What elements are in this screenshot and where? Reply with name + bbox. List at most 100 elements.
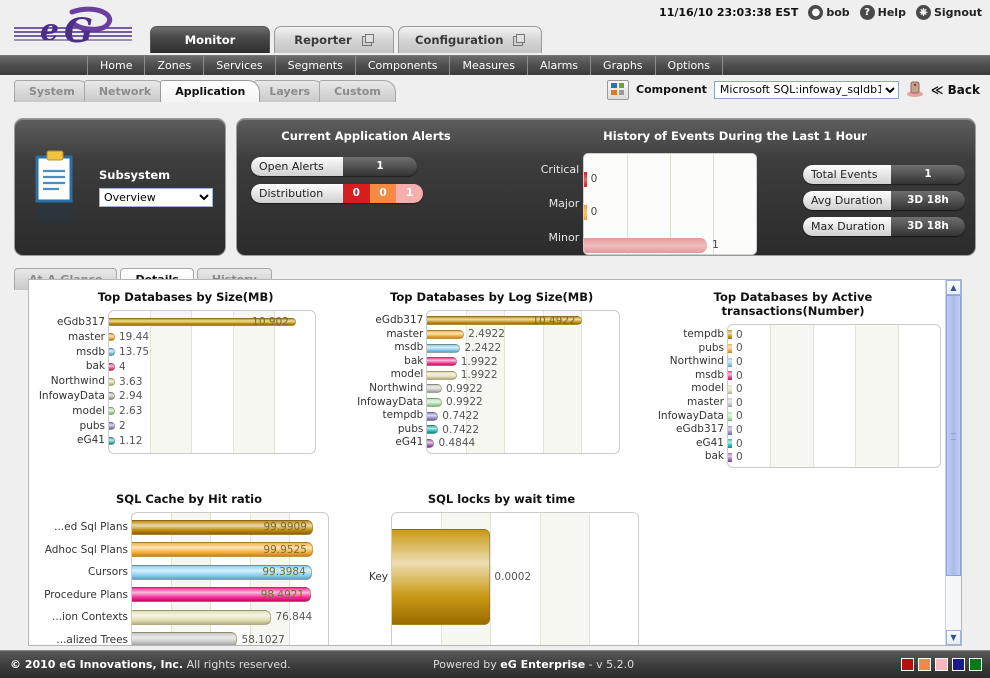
chart-bar[interactable] xyxy=(427,411,439,421)
help-link[interactable]: ? Help xyxy=(859,5,906,20)
chart-bar[interactable] xyxy=(132,609,272,625)
scrollbar-thumb[interactable] xyxy=(946,295,961,577)
subnav-item-alarms[interactable]: Alarms xyxy=(528,56,592,75)
alerts-events-panel: Current Application Alerts Open Alerts 1… xyxy=(236,118,976,256)
chart-bar[interactable] xyxy=(427,384,442,394)
chart-bar[interactable] xyxy=(109,422,115,430)
tab-reporter[interactable]: Reporter xyxy=(274,26,394,53)
chart-bar[interactable] xyxy=(109,392,115,401)
server-icon xyxy=(906,79,924,100)
distribution-minor[interactable]: 1 xyxy=(396,184,423,203)
chart-bar[interactable] xyxy=(109,436,115,445)
distribution-major[interactable]: 0 xyxy=(369,184,397,203)
chart-bar[interactable] xyxy=(728,411,732,421)
signout-link[interactable]: ⎈ Signout xyxy=(915,5,982,20)
chart-bar[interactable] xyxy=(427,397,442,407)
chart-bar-value: 19.44 xyxy=(119,331,150,344)
subnav-item-graphs[interactable]: Graphs xyxy=(591,56,656,75)
scroll-up-button[interactable]: ▲ xyxy=(946,280,961,295)
chart-bar-value: 0 xyxy=(736,356,743,368)
eg-logo[interactable]: e G xyxy=(12,4,138,50)
component-label: Component xyxy=(636,83,707,96)
chart-bar[interactable] xyxy=(109,377,115,386)
layer-tab-custom[interactable]: Custom xyxy=(319,80,396,102)
chart-category-label: Northwind xyxy=(369,381,424,394)
chart-db-logsize: Top Databases by Log Size(MB) eGdb317 mas… xyxy=(342,280,641,468)
chart-category-label: bak xyxy=(404,354,424,367)
chart-bar-value: 1.9922 xyxy=(460,369,498,382)
chart-bar[interactable] xyxy=(392,529,491,625)
chart-bar[interactable] xyxy=(728,384,732,394)
layer-tabs[interactable]: System Network Application Layers Custom xyxy=(14,80,396,102)
chart-bar[interactable] xyxy=(728,330,732,340)
back-button[interactable]: ≪ Back xyxy=(931,83,980,97)
power-icon: ⎈ xyxy=(915,5,931,20)
chart-bar[interactable] xyxy=(728,357,732,367)
max-duration-value: 3D 18h xyxy=(891,217,965,236)
chart-category-label: eGdb317 xyxy=(375,314,424,326)
charts-row-1: Top Databases by Size(MB) eGdb317 master m… xyxy=(29,280,945,468)
layer-tab-system[interactable]: System xyxy=(14,80,90,102)
main-tab-bar[interactable]: Monitor Reporter Configuration xyxy=(150,26,546,53)
chart-bar[interactable] xyxy=(427,357,457,367)
charts-scrollbar[interactable]: ▲ ▼ xyxy=(945,280,961,645)
chart-bar[interactable] xyxy=(427,343,461,353)
component-select[interactable]: Microsoft SQL:infoway_sqldb1 xyxy=(713,80,899,99)
chart-bar[interactable] xyxy=(728,425,732,435)
chart-bar[interactable] xyxy=(427,438,435,448)
subnav-item-home[interactable]: Home xyxy=(88,56,146,75)
open-alerts-value[interactable]: 1 xyxy=(343,157,417,176)
events-plot-area: 0 0 1 xyxy=(583,153,758,255)
subnav-item-services[interactable]: Services xyxy=(204,56,276,75)
chart-bar-value: 0 xyxy=(736,383,743,396)
chart-category-label: InfowayData xyxy=(657,409,724,422)
chart-bar-value: 0 xyxy=(736,424,743,436)
chart-category-label: Adhoc Sql Plans xyxy=(44,543,128,556)
chart-bar-value: 0.4844 xyxy=(438,437,476,450)
chart-bar-value: 76.844 xyxy=(275,611,313,624)
chart-bar[interactable] xyxy=(728,371,732,381)
tab-monitor[interactable]: Monitor xyxy=(150,26,270,53)
chart-bar[interactable] xyxy=(109,348,115,356)
subnav-item-segments[interactable]: Segments xyxy=(276,56,356,75)
chart-bar-value: 10.902 xyxy=(252,316,289,329)
chart-bar[interactable] xyxy=(109,362,115,371)
chart-bar-value: 4 xyxy=(119,360,126,373)
chart-bar[interactable] xyxy=(728,439,732,449)
chart-bar[interactable] xyxy=(109,407,115,416)
events-cat-minor: Minor xyxy=(548,231,580,244)
subsystem-label: Subsystem xyxy=(99,167,171,182)
status-swatch xyxy=(952,658,965,671)
chart-bar[interactable] xyxy=(427,425,439,435)
user-menu[interactable]: ● bob xyxy=(808,5,850,20)
subnav-item-zones[interactable]: Zones xyxy=(145,56,205,75)
chart-bar[interactable] xyxy=(728,452,732,462)
sub-navigation[interactable]: Home Zones Services Segments Components … xyxy=(0,55,990,75)
subsystem-select[interactable]: Overview xyxy=(99,187,213,207)
component-selector-area: Component Microsoft SQL:infoway_sqldb1 ≪… xyxy=(607,79,980,100)
subnav-item-options[interactable]: Options xyxy=(656,56,723,75)
chart-bar[interactable] xyxy=(427,329,465,339)
chart-category-label: master xyxy=(67,330,105,343)
subnav-item-components[interactable]: Components xyxy=(356,56,451,75)
chart-bar[interactable] xyxy=(728,398,732,408)
scrollbar-track[interactable] xyxy=(946,295,961,630)
subnav-item-measures[interactable]: Measures xyxy=(450,56,528,75)
events-panel-title: History of Events During the Last 1 Hour xyxy=(603,129,867,143)
scroll-down-button[interactable]: ▼ xyxy=(946,630,961,645)
chart-category-label: eG41 xyxy=(696,436,724,449)
layer-tab-layers[interactable]: Layers xyxy=(254,80,326,102)
chart-bar[interactable] xyxy=(132,632,238,645)
chart-bar[interactable] xyxy=(109,333,115,342)
layer-tab-application[interactable]: Application xyxy=(160,80,261,102)
tab-configuration[interactable]: Configuration xyxy=(398,26,543,53)
events-chart-wrap: Critical Major Minor 0 0 1 xyxy=(495,147,803,255)
layer-tab-network[interactable]: Network xyxy=(83,80,167,102)
chart-bar[interactable] xyxy=(427,370,457,380)
chart-bar-value: 1.12 xyxy=(119,434,143,447)
chart-bar-value: 10.4922 xyxy=(532,314,576,327)
topology-icon[interactable] xyxy=(607,79,630,100)
status-swatch xyxy=(901,658,914,671)
distribution-critical[interactable]: 0 xyxy=(343,184,370,203)
chart-bar[interactable] xyxy=(728,343,732,353)
